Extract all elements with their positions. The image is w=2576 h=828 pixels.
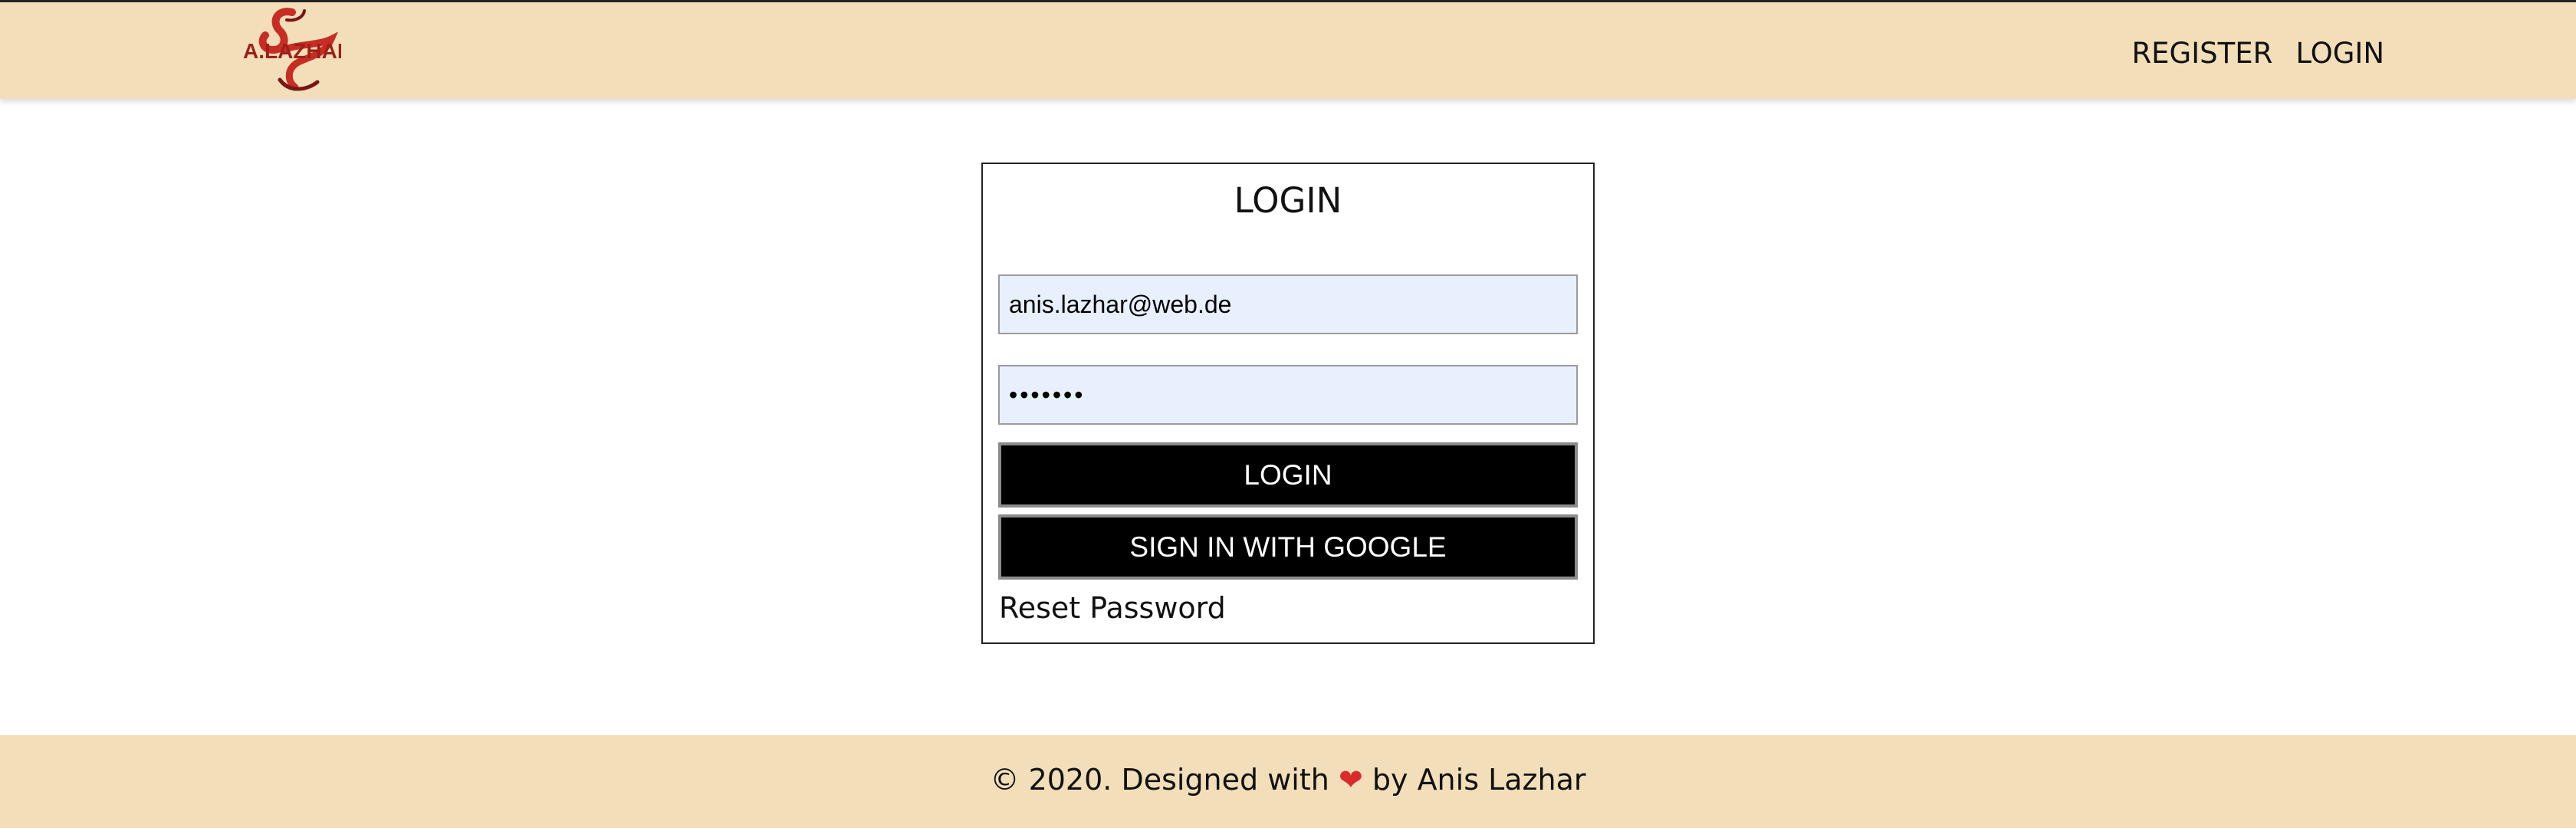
google-signin-button[interactable]: SIGN IN WITH GOOGLE — [998, 514, 1578, 580]
login-link[interactable]: LOGIN — [2295, 34, 2384, 73]
footer-credit: © 2020. Designed with ❤ by Anis Lazhar — [0, 760, 2576, 800]
register-link[interactable]: REGISTER — [2131, 34, 2272, 73]
password-field[interactable] — [998, 365, 1578, 425]
login-title: LOGIN — [1234, 180, 1342, 221]
brand-logo[interactable]: A.LAZHAR — [240, 8, 353, 95]
login-card: LOGIN LOGIN SIGN IN WITH GOOGLE Reset Pa… — [981, 163, 1595, 644]
footer-text-after-heart: by Anis Lazhar — [1372, 763, 1586, 797]
heart-icon: ❤ — [1338, 763, 1363, 797]
reset-password-link[interactable]: Reset Password — [999, 589, 1226, 627]
top-navigation: REGISTER LOGIN — [2131, 34, 2384, 73]
brand-logo-mark: A.LAZHAR — [243, 8, 353, 91]
login-button[interactable]: LOGIN — [998, 442, 1578, 508]
brand-logo-text: A.LAZHAR — [243, 39, 341, 63]
footer-text-before-heart: © 2020. Designed with — [990, 763, 1329, 797]
site-header: A.LAZHAR REGISTER LOGIN — [0, 0, 2576, 99]
email-field[interactable] — [998, 274, 1578, 334]
site-footer: © 2020. Designed with ❤ by Anis Lazhar — [0, 735, 2576, 828]
